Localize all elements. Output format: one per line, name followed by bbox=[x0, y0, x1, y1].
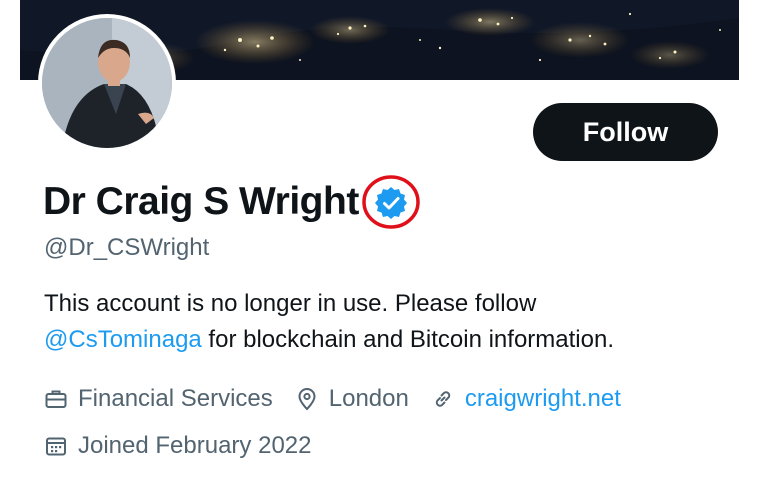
profile-page: Follow Dr Craig S Wright @Dr_CSWright Th… bbox=[0, 0, 758, 491]
follow-button[interactable]: Follow bbox=[533, 103, 718, 161]
location-label: London bbox=[328, 385, 409, 412]
meta-joined: Joined February 2022 bbox=[44, 432, 311, 460]
link-icon bbox=[435, 391, 451, 407]
avatar-photo bbox=[42, 18, 172, 148]
verified-badge-icon[interactable] bbox=[361, 174, 421, 230]
profile-avatar[interactable] bbox=[38, 14, 176, 152]
display-name: Dr Craig S Wright bbox=[43, 180, 359, 223]
joined-label: Joined February 2022 bbox=[78, 432, 312, 459]
profile-bio: This account is no longer in use. Please… bbox=[44, 286, 734, 358]
profile-joined-row: Joined February 2022 bbox=[44, 429, 333, 463]
location-pin-icon bbox=[298, 388, 316, 411]
bio-text-end: for blockchain and Bitcoin information. bbox=[201, 326, 614, 353]
bio-mention-link[interactable]: @CsTominaga bbox=[44, 326, 202, 353]
calendar-icon bbox=[46, 437, 66, 456]
briefcase-icon bbox=[45, 390, 67, 408]
meta-location: London bbox=[295, 385, 409, 413]
category-label: Financial Services bbox=[78, 385, 273, 412]
meta-website[interactable]: craigwright.net bbox=[431, 385, 621, 413]
profile-handle: @Dr_CSWright bbox=[44, 234, 210, 261]
meta-category: Financial Services bbox=[44, 385, 273, 413]
bio-text-start: This account is no longer in use. Please… bbox=[44, 290, 537, 317]
profile-name-row: Dr Craig S Wright bbox=[43, 174, 421, 230]
website-link[interactable]: craigwright.net bbox=[465, 385, 621, 413]
profile-meta-row: Financial Services London craigwright.ne… bbox=[44, 382, 643, 416]
